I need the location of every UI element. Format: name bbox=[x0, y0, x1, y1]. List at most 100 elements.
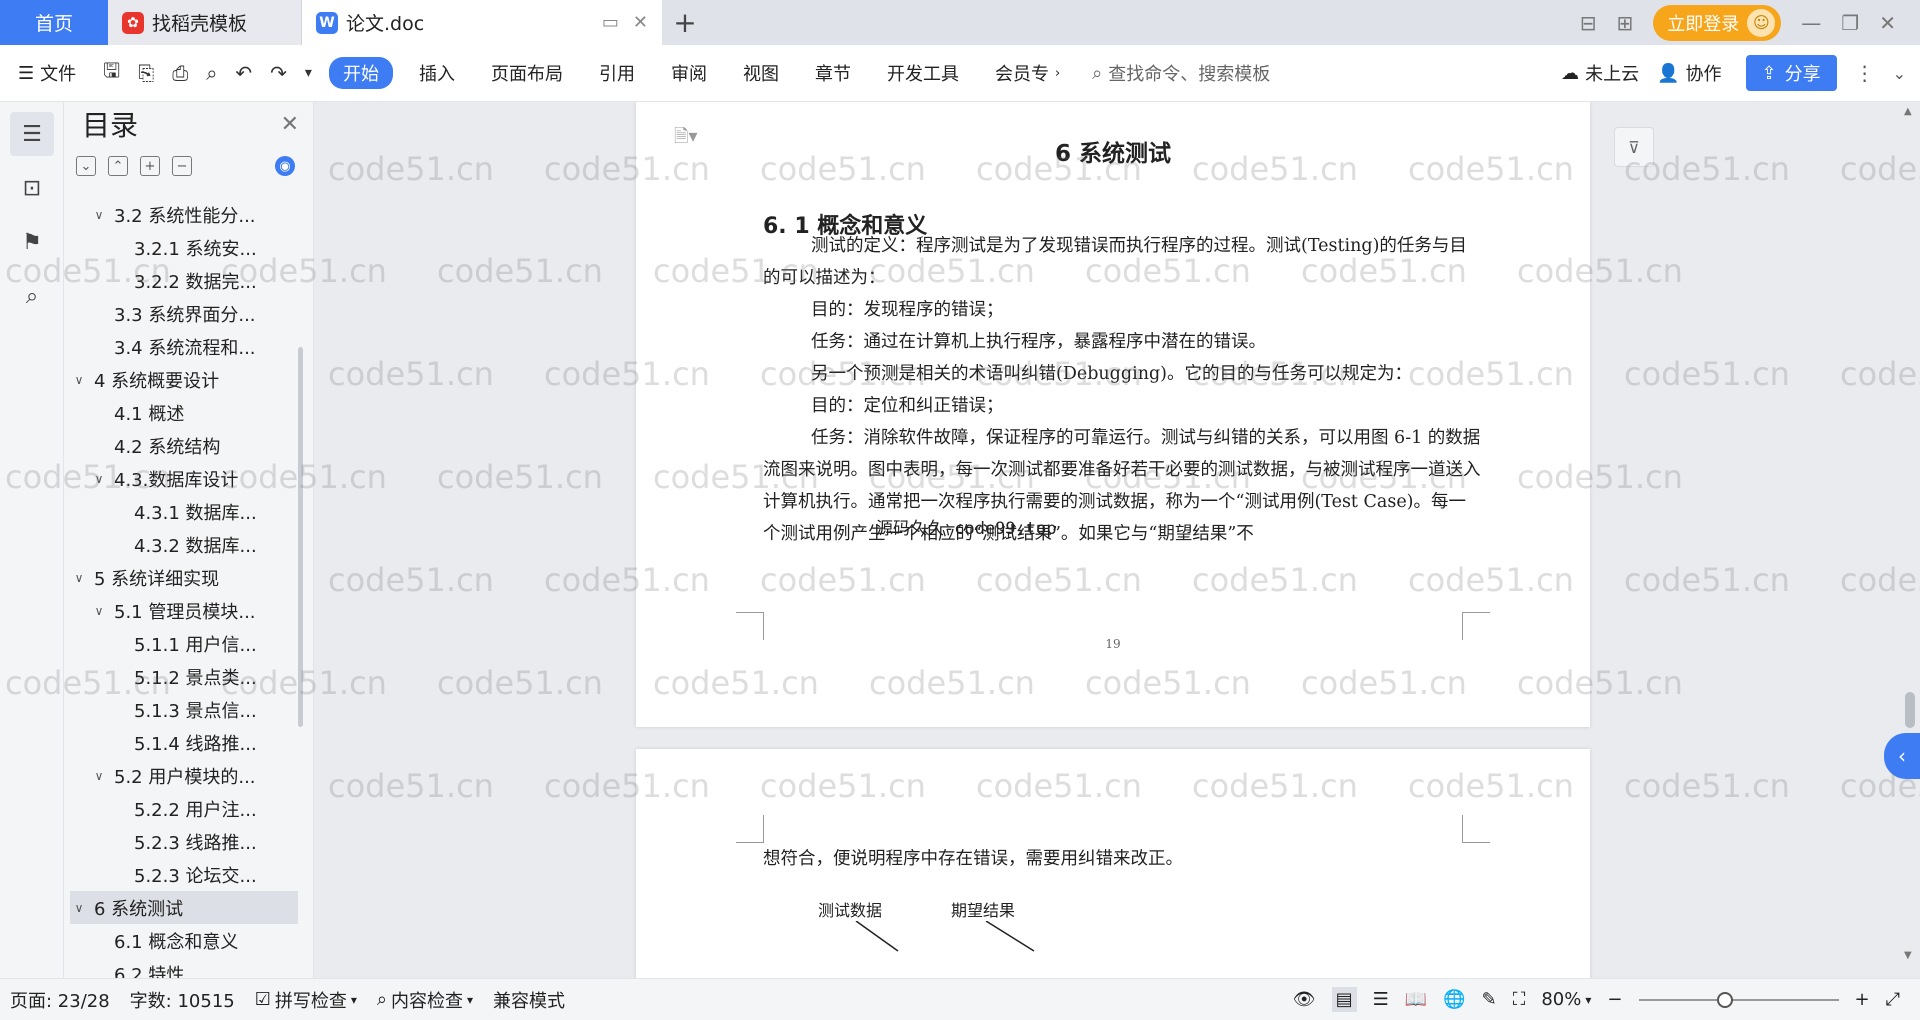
eye-protection-icon[interactable]: 👁 bbox=[1293, 989, 1316, 1010]
toc-item[interactable]: 4.3.1 数据库... bbox=[70, 495, 298, 528]
layout-switch-icon[interactable]: ⊟ bbox=[1580, 11, 1597, 35]
toc-item[interactable]: 6.1 概念和意义 bbox=[70, 924, 298, 957]
zoom-out-icon[interactable]: − bbox=[1607, 989, 1622, 1010]
content-check[interactable]: ⌕ 内容检查 ▾ bbox=[367, 987, 483, 1013]
add-heading-icon[interactable]: + bbox=[140, 156, 160, 176]
redo-icon[interactable]: ↷ bbox=[261, 61, 296, 85]
chevron-down-icon[interactable]: ∨ bbox=[90, 472, 108, 486]
zoom-slider-knob[interactable] bbox=[1716, 991, 1733, 1008]
command-search[interactable]: ⌕ 查找命令、搜索模板 bbox=[1078, 60, 1284, 86]
chevron-down-icon[interactable]: ∨ bbox=[90, 208, 108, 222]
toc-item[interactable]: 3.4 系统流程和... bbox=[70, 330, 298, 363]
spell-check[interactable]: ☑ 拼写检查 ▾ bbox=[245, 987, 367, 1013]
smart-toc-icon[interactable]: ◉ bbox=[275, 156, 295, 176]
quick-access-dropdown-icon[interactable]: ▾ bbox=[296, 65, 321, 81]
scroll-down-icon[interactable]: ▼ bbox=[1904, 950, 1912, 961]
toc-item[interactable]: 5.1.2 景点类... bbox=[70, 660, 298, 693]
navigation-panel-icon[interactable]: ⊡ bbox=[10, 166, 54, 210]
write-view-icon[interactable]: ✎ bbox=[1482, 989, 1497, 1010]
expand-all-icon[interactable]: ⌄ bbox=[76, 156, 96, 176]
tab-start[interactable]: 开始 bbox=[328, 57, 393, 89]
page-indicator[interactable]: 页面: 23/28 bbox=[0, 987, 120, 1013]
tab-insert[interactable]: 插入 bbox=[401, 60, 473, 86]
toc-item[interactable]: 5.2.3 论坛交... bbox=[70, 858, 298, 891]
fullscreen-icon[interactable]: ⤢ bbox=[1886, 989, 1900, 1010]
tab-reference[interactable]: 引用 bbox=[581, 60, 653, 86]
scroll-up-icon[interactable]: ▲ bbox=[1904, 106, 1912, 117]
zoom-level[interactable]: 80% bbox=[1541, 989, 1581, 1010]
reading-view-icon[interactable]: 📖 bbox=[1405, 989, 1427, 1010]
toc-scrollbar[interactable] bbox=[298, 347, 303, 727]
remove-heading-icon[interactable]: − bbox=[172, 156, 192, 176]
toc-item[interactable]: 5.1.4 线路推... bbox=[70, 726, 298, 759]
apps-grid-icon[interactable]: ⊞ bbox=[1617, 11, 1634, 35]
chevron-down-icon[interactable]: ∨ bbox=[70, 901, 88, 915]
toc-item[interactable]: ∨ 4.3.数据库设计 bbox=[70, 462, 298, 495]
web-view-icon[interactable]: 🌐 bbox=[1443, 989, 1465, 1010]
close-window-icon[interactable]: ✕ bbox=[1879, 11, 1896, 35]
bookmark-icon[interactable]: ⚑ bbox=[10, 220, 54, 264]
toc-item[interactable]: 4.3.2 数据库... bbox=[70, 528, 298, 561]
print-icon[interactable]: ⎙ bbox=[163, 61, 197, 85]
fit-page-icon[interactable]: ⛶ bbox=[1513, 989, 1526, 1010]
toc-item[interactable]: 3.3 系统界面分... bbox=[70, 297, 298, 330]
tab-review[interactable]: 审阅 bbox=[653, 60, 725, 86]
login-button[interactable]: 立即登录 ☺ bbox=[1653, 4, 1782, 41]
share-button[interactable]: ⇪ 分享 bbox=[1745, 55, 1837, 91]
tab-document[interactable]: W 论文.doc ▭ ✕ bbox=[302, 0, 662, 45]
vertical-scrollbar[interactable]: ▲ ▼ bbox=[1900, 102, 1920, 978]
restore-icon[interactable]: ❐ bbox=[1841, 11, 1859, 35]
tab-view[interactable]: 视图 bbox=[725, 60, 797, 86]
page-fold-button[interactable]: ⊽ bbox=[1614, 127, 1654, 167]
toc-item[interactable]: 5.2.2 用户注... bbox=[70, 792, 298, 825]
undo-icon[interactable]: ↶ bbox=[226, 61, 261, 85]
page-view-icon[interactable]: ▤ bbox=[1331, 987, 1357, 1012]
toc-item[interactable]: ∨ 5.1 管理员模块... bbox=[70, 594, 298, 627]
preview-icon[interactable]: ⌕ bbox=[197, 61, 226, 85]
toc-item[interactable]: 5.1.3 景点信... bbox=[70, 693, 298, 726]
zoom-dropdown-icon[interactable]: ▾ bbox=[1585, 993, 1591, 1007]
toc-item[interactable]: 3.2.1 系统安... bbox=[70, 231, 298, 264]
tab-home[interactable]: 首页 bbox=[0, 0, 108, 45]
word-count[interactable]: 字数: 10515 bbox=[120, 987, 245, 1013]
more-options-icon[interactable]: ⋮ bbox=[1855, 61, 1875, 85]
toc-item[interactable]: ∨ 4 系统概要设计 bbox=[70, 363, 298, 396]
tab-page-layout[interactable]: 页面布局 bbox=[473, 60, 581, 86]
zoom-in-icon[interactable]: + bbox=[1855, 989, 1870, 1010]
file-menu[interactable]: ☰ 文件 bbox=[0, 60, 94, 86]
new-tab-button[interactable]: + bbox=[662, 0, 708, 45]
cloud-status[interactable]: ☁ 未上云 bbox=[1561, 60, 1639, 86]
toc-item[interactable]: ∨ 6 系统测试 bbox=[70, 891, 298, 924]
find-icon[interactable]: ⌕ bbox=[10, 274, 54, 318]
save-icon[interactable]: 🖫 bbox=[94, 56, 129, 90]
toc-item[interactable]: ∨ 5.2 用户模块的... bbox=[70, 759, 298, 792]
zoom-slider[interactable] bbox=[1638, 991, 1839, 1008]
outline-view-icon[interactable]: ☰ bbox=[1373, 989, 1389, 1010]
close-icon[interactable]: ✕ bbox=[281, 112, 299, 137]
tab-template[interactable]: ✿ 找稻壳模板 bbox=[108, 0, 302, 45]
toc-item[interactable]: 3.2.2 数据完... bbox=[70, 264, 298, 297]
export-icon[interactable]: ⎘ bbox=[129, 61, 163, 85]
tab-member[interactable]: 会员专 › bbox=[977, 60, 1078, 86]
tab-devtools[interactable]: 开发工具 bbox=[869, 60, 977, 86]
collab-button[interactable]: 👤 协作 bbox=[1657, 60, 1721, 86]
chevron-down-icon[interactable]: ∨ bbox=[70, 373, 88, 387]
collapse-ribbon-icon[interactable]: ⌄ bbox=[1893, 64, 1906, 83]
collapse-all-icon[interactable]: ⌃ bbox=[108, 156, 128, 176]
scroll-thumb[interactable] bbox=[1905, 692, 1915, 728]
chevron-down-icon[interactable]: ∨ bbox=[70, 571, 88, 585]
toc-item[interactable]: ∨ 5 系统详细实现 bbox=[70, 561, 298, 594]
toc-item[interactable]: 5.1.1 用户信... bbox=[70, 627, 298, 660]
tab-chapter[interactable]: 章节 bbox=[797, 60, 869, 86]
minimize-icon[interactable]: — bbox=[1801, 11, 1821, 35]
close-tab-icon[interactable]: ✕ bbox=[633, 12, 648, 33]
toc-item[interactable]: 6.2 特性 bbox=[70, 957, 298, 979]
chevron-down-icon[interactable]: ∨ bbox=[90, 604, 108, 618]
toc-item[interactable]: 5.2.3 线路推... bbox=[70, 825, 298, 858]
chevron-down-icon[interactable]: ∨ bbox=[90, 769, 108, 783]
screen-icon[interactable]: ▭ bbox=[602, 12, 619, 33]
toc-item[interactable]: ∨ 3.2 系统性能分... bbox=[70, 198, 298, 231]
toc-panel-icon[interactable]: ☰ bbox=[10, 112, 54, 156]
toc-item[interactable]: 4.2 系统结构 bbox=[70, 429, 298, 462]
toc-item[interactable]: 4.1 概述 bbox=[70, 396, 298, 429]
